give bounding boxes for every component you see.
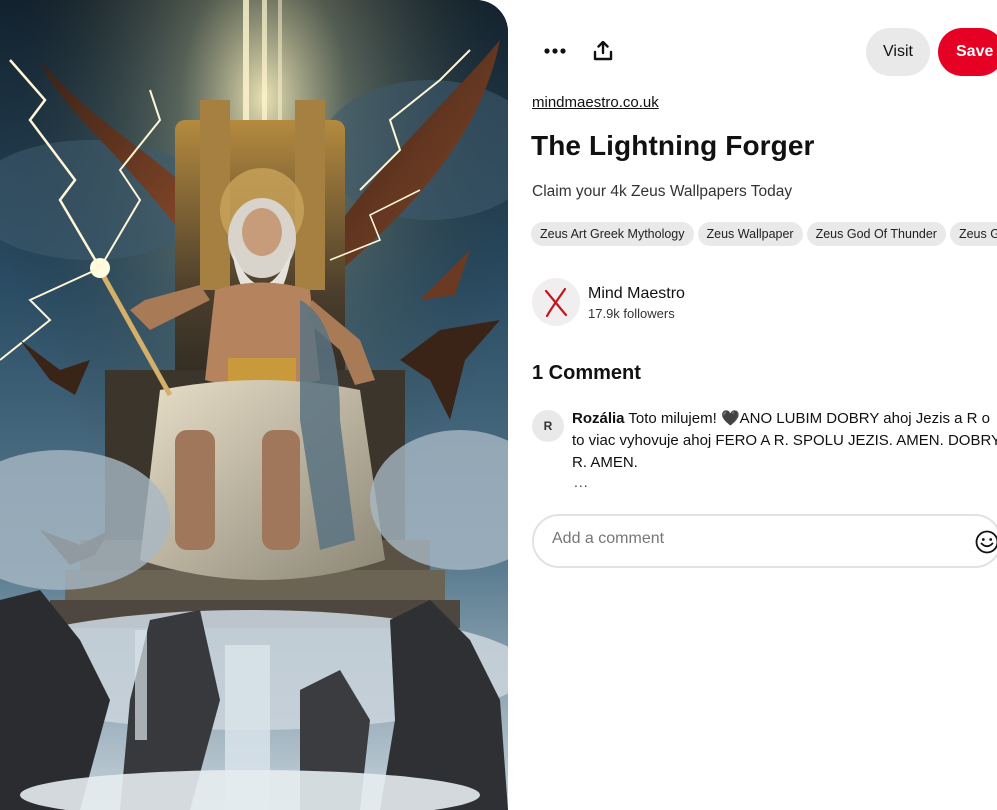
tag-chip[interactable]: Zeus God Of Thunder — [806, 222, 946, 246]
share-icon — [593, 41, 613, 61]
tag-chip[interactable]: Zeus Greek — [949, 222, 997, 246]
more-options-button[interactable] — [531, 27, 579, 75]
save-button[interactable]: Save — [938, 28, 997, 76]
share-button[interactable] — [579, 27, 627, 75]
pin-description: Claim your 4k Zeus Wallpapers Today — [532, 183, 793, 200]
zeus-artwork — [0, 0, 508, 810]
comment-author[interactable]: Rozália — [572, 410, 625, 427]
x-logo-icon — [544, 287, 568, 318]
comment-composer[interactable] — [532, 514, 997, 568]
comment-body: Rozália Toto milujem! 🖤ANO LUBIM DOBRY a… — [572, 408, 997, 474]
ellipsis-icon — [544, 48, 566, 54]
pin-title: The Lightning Forger — [531, 130, 815, 161]
comment-options-button[interactable]: ... — [574, 474, 589, 490]
source-link[interactable]: mindmaestro.co.uk — [532, 94, 659, 111]
tag-chip[interactable]: Zeus Art Greek Mythology — [531, 222, 694, 246]
author-avatar[interactable] — [532, 278, 580, 326]
smiley-icon — [975, 530, 997, 554]
tag-list: Zeus Art Greek Mythology Zeus Wallpaper Ze… — [531, 222, 997, 248]
pin-details-panel: Visit Save mindmaestro.co.uk The Lightni… — [508, 0, 997, 810]
emoji-button[interactable] — [974, 529, 997, 555]
visit-button[interactable]: Visit — [866, 28, 930, 76]
pin-image[interactable] — [0, 0, 508, 810]
comment-text: Toto milujem! 🖤ANO LUBIM DOBRY ahoj Jezi… — [572, 410, 997, 471]
commenter-avatar[interactable]: R — [532, 410, 564, 442]
comments-heading: 1 Comment — [532, 362, 641, 384]
author-followers: 17.9k followers — [588, 306, 675, 321]
author-name[interactable]: Mind Maestro — [588, 285, 685, 303]
comment-input[interactable] — [550, 529, 934, 549]
tag-chip[interactable]: Zeus Wallpaper — [697, 222, 803, 246]
